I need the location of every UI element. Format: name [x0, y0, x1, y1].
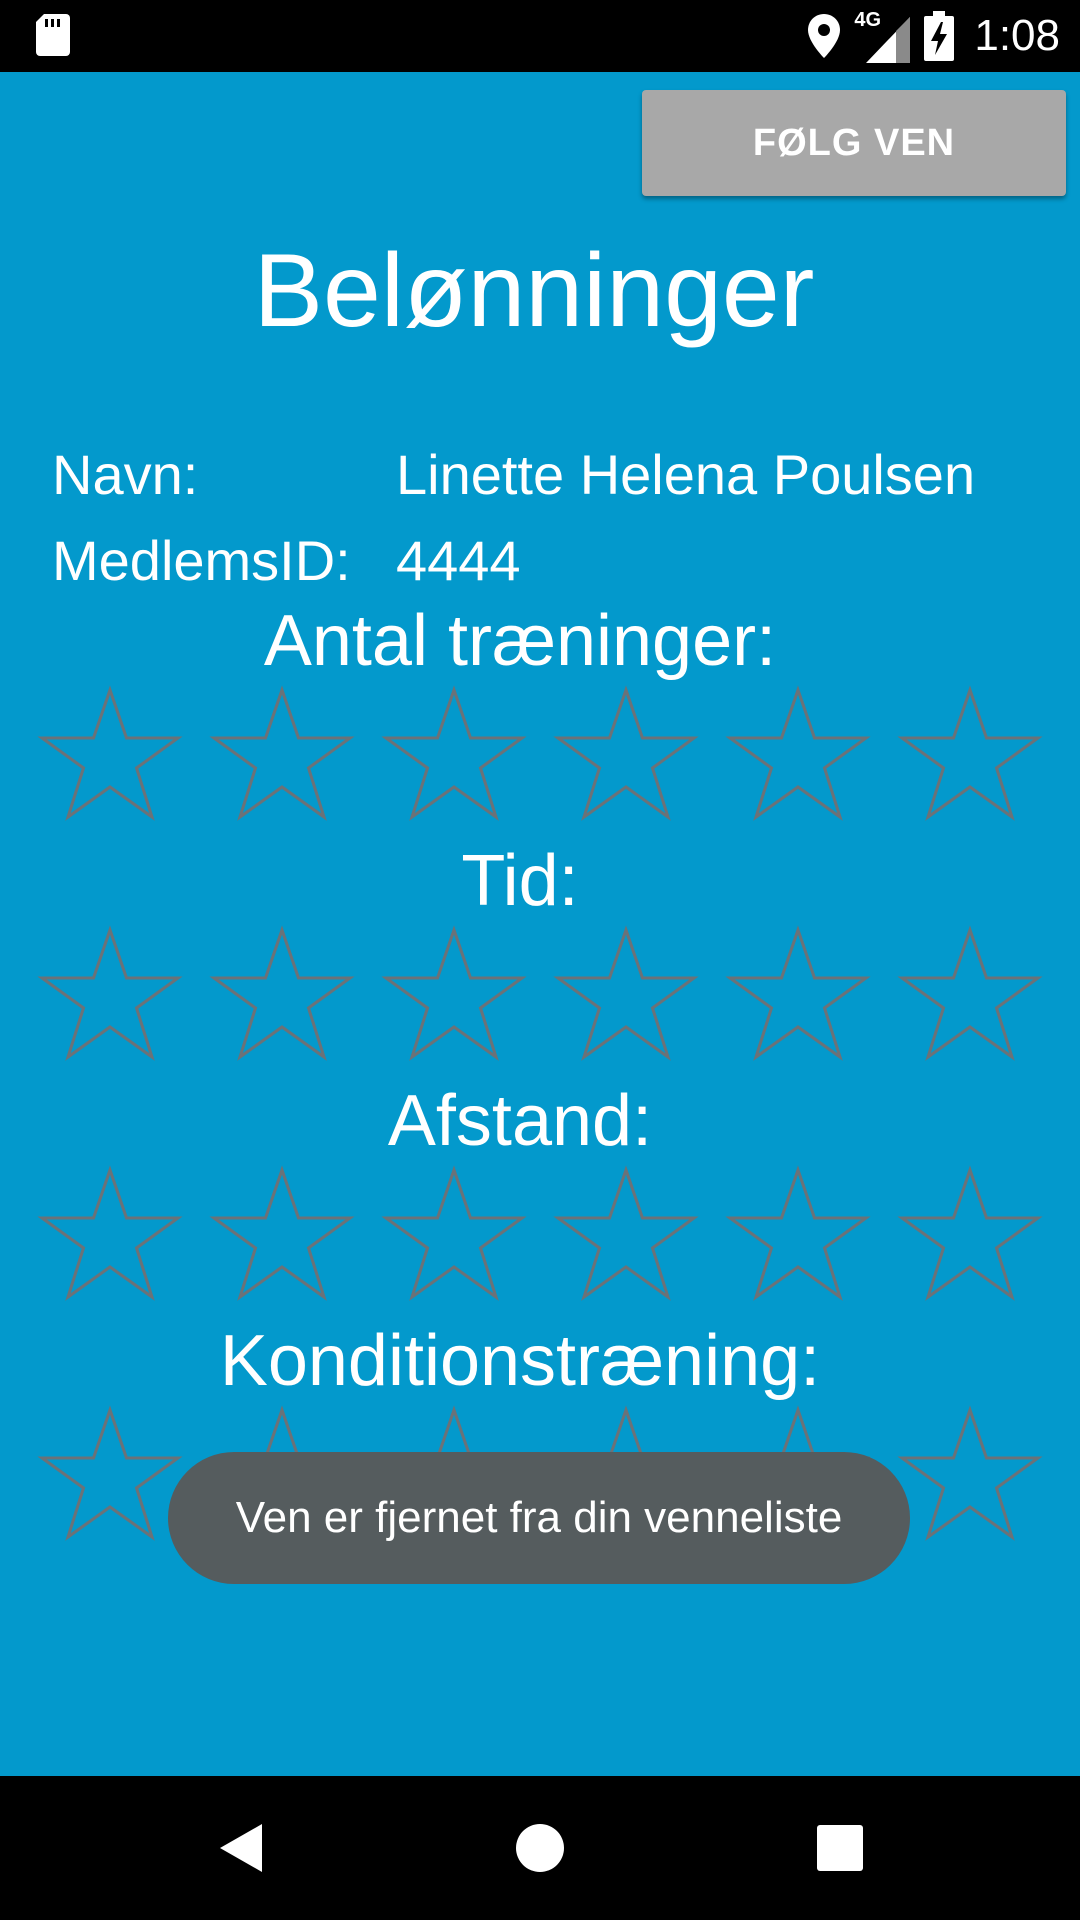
- status-bar: 4G 1:08: [0, 0, 1080, 72]
- clock: 1:08: [974, 11, 1060, 60]
- location-icon: [808, 14, 841, 58]
- recents-button[interactable]: [750, 1776, 930, 1920]
- star-icon: [897, 1405, 1043, 1541]
- star-icon: [37, 1165, 183, 1301]
- star-icon: [725, 1165, 871, 1301]
- star-rating-row: [30, 680, 1050, 840]
- star-icon: [897, 925, 1043, 1061]
- member-id-value: 4444: [396, 529, 521, 592]
- star-icon: [37, 1405, 183, 1541]
- star-icon: [209, 1165, 355, 1301]
- section-title: Tid:: [461, 841, 579, 921]
- name-value: Linette Helena Poulsen: [396, 443, 976, 506]
- page-title: Belønninger: [253, 233, 815, 349]
- star-icon: [37, 925, 183, 1061]
- sd-card-icon: [36, 14, 70, 56]
- home-icon: [516, 1824, 564, 1872]
- battery-charging-icon: [924, 11, 955, 61]
- follow-friend-button[interactable]: FØLG VEN: [642, 90, 1066, 196]
- back-button[interactable]: [150, 1776, 330, 1920]
- star-icon: [553, 685, 699, 821]
- star-icon: [381, 685, 527, 821]
- section-title: Antal træninger:: [263, 601, 777, 681]
- star-icon: [37, 685, 183, 821]
- signal-icon: 4G: [854, 9, 911, 63]
- star-icon: [725, 925, 871, 1061]
- back-icon: [220, 1824, 262, 1872]
- star-icon: [209, 925, 355, 1061]
- star-icon: [381, 925, 527, 1061]
- home-button[interactable]: [450, 1776, 630, 1920]
- star-icon: [553, 925, 699, 1061]
- star-icon: [897, 1165, 1043, 1301]
- star-icon: [209, 685, 355, 821]
- star-icon: [553, 1165, 699, 1301]
- star-rating-row: [30, 920, 1050, 1080]
- navigation-bar: [0, 1776, 1080, 1920]
- name-label: Navn:: [52, 443, 199, 506]
- member-id-label: MedlemsID:: [52, 529, 351, 592]
- star-rating-row: [30, 1160, 1050, 1320]
- section-title: Konditionstræning:: [219, 1321, 821, 1401]
- star-icon: [725, 685, 871, 821]
- section-title: Afstand:: [387, 1081, 653, 1161]
- star-icon: [381, 1165, 527, 1301]
- app-content: FØLG VEN Belønninger Navn: Linette Helen…: [0, 72, 1080, 1776]
- star-icon: [897, 685, 1043, 821]
- toast-message: Ven er fjernet fra din venneliste: [168, 1452, 910, 1584]
- recents-icon: [817, 1825, 863, 1871]
